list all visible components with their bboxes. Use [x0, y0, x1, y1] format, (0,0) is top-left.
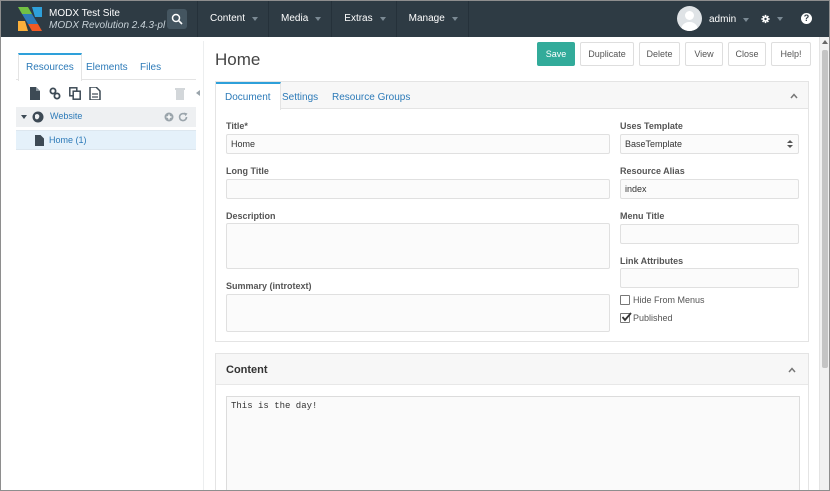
search-button[interactable] [167, 9, 187, 29]
tab-settings[interactable]: Settings [282, 82, 318, 109]
nav-extras-label: Extras [344, 13, 373, 24]
delete-button[interactable]: Delete [639, 42, 680, 66]
avatar-body [681, 22, 698, 31]
chevron-up-icon[interactable] [788, 366, 796, 374]
document-icon [35, 135, 44, 146]
tab-elements[interactable]: Elements [86, 53, 128, 80]
template-select[interactable]: BaseTemplate [620, 134, 799, 154]
chevron-up-icon[interactable] [790, 92, 798, 100]
view-button[interactable]: View [685, 42, 723, 66]
title-label: Title* [226, 121, 248, 131]
chevron-down-icon [451, 17, 458, 21]
save-button[interactable]: Save [537, 42, 575, 66]
settings-menu[interactable] [761, 12, 783, 26]
nav-media[interactable]: Media [268, 1, 331, 37]
content-heading: Content [226, 364, 268, 376]
summary-label: Summary (introtext) [226, 281, 312, 291]
template-select-value: BaseTemplate [625, 139, 683, 149]
chevron-down-icon[interactable] [21, 115, 27, 119]
close-button[interactable]: Close [728, 42, 766, 66]
scroll-thumb[interactable] [822, 50, 828, 368]
top-bar: MODX Test Site MODX Revolution 2.4.3-pl … [1, 1, 829, 37]
avatar-head [685, 11, 694, 20]
tree-node-home[interactable]: Home (1) [16, 130, 196, 150]
menutitle-field[interactable] [620, 224, 799, 244]
main-nav: Content Media Extras Manage [197, 1, 469, 37]
user-menu[interactable]: admin [709, 14, 750, 25]
nav-content-label: Content [210, 13, 246, 24]
gear-icon [761, 14, 770, 24]
longtitle-label: Long Title [226, 166, 269, 176]
hide-from-menus-checkbox[interactable] [620, 295, 630, 305]
tab-resource-groups[interactable]: Resource Groups [332, 82, 410, 109]
add-icon[interactable] [164, 112, 174, 122]
chevron-down-icon [777, 17, 783, 21]
content-header: Content [216, 354, 808, 385]
document-tabs: Document Settings Resource Groups [216, 82, 808, 110]
description-label: Description [226, 211, 276, 221]
help-button[interactable]: ? [801, 13, 812, 24]
site-name: MODX Test Site [49, 8, 120, 19]
title-field[interactable]: Home [226, 134, 610, 154]
globe-icon [32, 111, 44, 123]
nav-manage[interactable]: Manage [395, 1, 469, 37]
nav-manage-label: Manage [408, 13, 445, 24]
chevron-down-icon [252, 17, 259, 21]
duplicate-button[interactable]: Duplicate [580, 42, 634, 66]
new-weblink-icon[interactable] [49, 87, 61, 100]
avatar[interactable] [677, 6, 702, 31]
panel-divider [203, 41, 204, 490]
summary-field[interactable] [226, 294, 610, 332]
nav-media-label: Media [281, 13, 309, 24]
refresh-icon[interactable] [178, 112, 188, 122]
scroll-up-icon[interactable] [822, 40, 828, 44]
menutitle-label: Menu Title [620, 211, 665, 221]
user-name: admin [709, 14, 737, 25]
manager-window: MODX Test Site MODX Revolution 2.4.3-pl … [0, 0, 830, 491]
content-editor[interactable]: This is the day! [226, 396, 800, 490]
new-symlink-icon[interactable] [69, 87, 81, 100]
nav-content[interactable]: Content [197, 1, 268, 37]
chevron-down-icon [743, 17, 750, 22]
new-document-icon[interactable] [29, 87, 41, 100]
content-panel: Content This is the day! [215, 353, 809, 490]
left-tabs: Resources Elements Files [16, 53, 196, 81]
tree-toolbar [16, 81, 196, 105]
search-icon [171, 13, 183, 25]
tab-resources[interactable]: Resources [18, 53, 82, 81]
tree-node-home-label: Home (1) [49, 135, 87, 145]
help-page-button[interactable]: Help! [771, 42, 811, 66]
select-arrows-icon [787, 140, 793, 148]
tree-context-label: Website [50, 111, 83, 121]
page-scrollbar[interactable] [819, 37, 829, 490]
chevron-down-icon [315, 17, 322, 21]
published-label: Published [633, 313, 673, 323]
nav-extras[interactable]: Extras [331, 1, 395, 37]
trash-icon[interactable] [174, 87, 186, 100]
new-static-resource-icon[interactable] [89, 87, 101, 100]
chevron-down-icon [379, 17, 386, 21]
action-buttons: Save Duplicate Delete View Close Help! [537, 42, 811, 66]
alias-label: Resource Alias [620, 166, 685, 176]
alias-field[interactable]: index [620, 179, 799, 199]
checkmark-icon [621, 312, 632, 322]
tab-document[interactable]: Document [216, 82, 281, 110]
template-label: Uses Template [620, 121, 683, 131]
modx-logo-icon[interactable] [18, 7, 42, 31]
page-title: Home [215, 50, 261, 69]
document-panel: Document Settings Resource Groups Title*… [215, 81, 809, 342]
longtitle-field[interactable] [226, 179, 610, 199]
description-field[interactable] [226, 223, 610, 269]
collapse-tree-icon[interactable] [196, 90, 200, 96]
resource-tree-panel: Resources Elements Files Website Home (1… [16, 53, 196, 153]
hide-from-menus-label: Hide From Menus [633, 295, 705, 305]
hide-from-menus-row[interactable]: Hide From Menus [620, 295, 705, 305]
tree-node-website[interactable]: Website [16, 107, 196, 127]
published-checkbox[interactable] [620, 312, 632, 323]
linkattr-label: Link Attributes [620, 256, 684, 266]
published-row[interactable]: Published [620, 312, 673, 323]
linkattr-field[interactable] [620, 268, 799, 288]
tab-files[interactable]: Files [140, 53, 161, 80]
site-version: MODX Revolution 2.4.3-pl [49, 20, 166, 31]
